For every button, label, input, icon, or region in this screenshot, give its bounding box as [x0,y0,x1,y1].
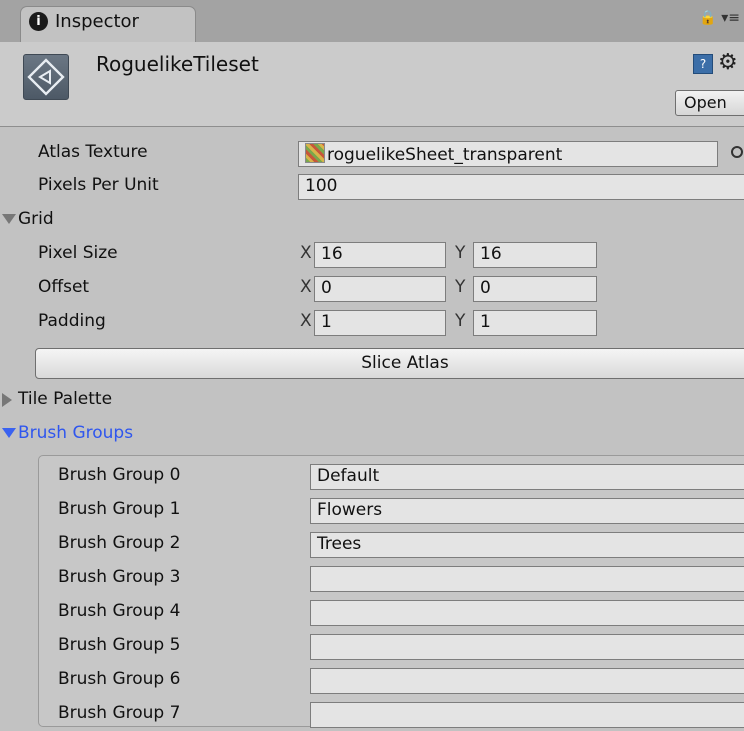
tile-palette-foldout[interactable]: Tile Palette [0,385,744,417]
list-item: Brush Group 3 [0,563,744,595]
x-label: X [300,277,312,297]
brush-group-label: Brush Group 5 [58,635,181,655]
list-item: Brush Group 4 [0,597,744,629]
foldout-expanded-icon [2,428,16,438]
tab-bar: i Inspector 🔒 ▾≡ [0,0,744,43]
grid-foldout-label: Grid [18,209,54,229]
pixels-per-unit-input[interactable]: 100 [298,174,744,200]
list-item: Brush Group 2 Trees [0,529,744,561]
atlas-texture-field[interactable]: roguelikeSheet_transparent [298,141,718,167]
brush-group-input[interactable] [310,600,744,626]
grid-foldout[interactable]: Grid [0,205,744,237]
brush-groups-foldout[interactable]: Brush Groups [0,419,744,451]
tab-inspector[interactable]: i Inspector [20,6,196,42]
padding-y-input[interactable]: 1 [473,310,597,336]
y-label: Y [455,311,466,331]
foldout-collapsed-icon [2,393,12,407]
atlas-texture-value: roguelikeSheet_transparent [327,145,563,165]
atlas-texture-row: Atlas Texture roguelikeSheet_transparent [0,138,744,170]
brush-group-input[interactable] [310,702,744,728]
brush-groups-label: Brush Groups [18,423,134,443]
brush-group-label: Brush Group 4 [58,601,181,621]
list-item: Brush Group 5 [0,631,744,663]
offset-label: Offset [38,277,90,297]
foldout-expanded-icon [2,214,16,224]
brush-group-input[interactable] [310,634,744,660]
texture-thumbnail-icon [305,143,325,163]
offset-row: Offset X 0 Y 0 [0,273,744,305]
slice-atlas-button[interactable]: Slice Atlas [35,348,744,379]
help-book-icon[interactable]: ? [693,54,713,74]
tab-label: Inspector [55,11,139,32]
info-icon: i [29,12,48,31]
list-item: Brush Group 0 Default [0,461,744,493]
asset-header: RoguelikeTileset ? ⚙ Open [0,42,744,127]
y-label: Y [455,277,466,297]
brush-group-label: Brush Group 6 [58,669,181,689]
brush-group-label: Brush Group 0 [58,465,181,485]
brush-group-label: Brush Group 2 [58,533,181,553]
padding-label: Padding [38,311,106,331]
brush-group-input[interactable]: Default [310,464,744,490]
padding-row: Padding X 1 Y 1 [0,307,744,339]
brush-group-input[interactable]: Trees [310,532,744,558]
x-label: X [300,243,312,263]
unity-asset-icon [23,54,69,100]
asset-title: RoguelikeTileset [96,52,259,76]
pixels-per-unit-label: Pixels Per Unit [38,175,159,195]
tile-palette-label: Tile Palette [18,389,113,409]
gear-icon[interactable]: ⚙ [718,50,738,75]
brush-group-label: Brush Group 7 [58,703,181,723]
padding-x-input[interactable]: 1 [314,310,446,336]
window-controls[interactable]: 🔒 ▾≡ [699,10,740,26]
list-item: Brush Group 1 Flowers [0,495,744,527]
pixel-size-x-input[interactable]: 16 [314,242,446,268]
atlas-texture-label: Atlas Texture [38,142,148,162]
brush-group-label: Brush Group 1 [58,499,181,519]
list-item: Brush Group 6 [0,665,744,697]
pixel-size-y-input[interactable]: 16 [473,242,597,268]
offset-y-input[interactable]: 0 [473,276,597,302]
brush-group-input[interactable] [310,668,744,694]
menu-icon[interactable]: ▾≡ [721,10,740,26]
object-picker-icon[interactable] [731,146,743,158]
y-label: Y [455,243,466,263]
pixel-size-row: Pixel Size X 16 Y 16 [0,239,744,271]
pixels-per-unit-row: Pixels Per Unit 100 [0,171,744,203]
open-button[interactable]: Open [675,90,744,116]
brush-group-input[interactable]: Flowers [310,498,744,524]
offset-x-input[interactable]: 0 [314,276,446,302]
brush-group-label: Brush Group 3 [58,567,181,587]
list-item: Brush Group 7 [0,699,744,731]
x-label: X [300,311,312,331]
lock-icon[interactable]: 🔒 [699,10,716,26]
brush-group-input[interactable] [310,566,744,592]
pixel-size-label: Pixel Size [38,243,118,263]
